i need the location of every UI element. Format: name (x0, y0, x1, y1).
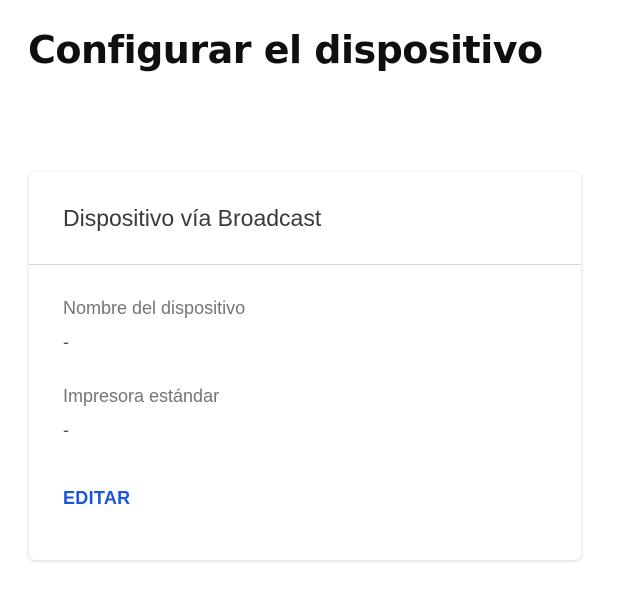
device-card: Dispositivo vía Broadcast Nombre del dis… (29, 172, 581, 560)
page-title: Configurar el dispositivo (28, 28, 543, 72)
device-name-value: - (63, 332, 69, 352)
default-printer-label: Impresora estándar (63, 386, 220, 406)
device-name-label: Nombre del dispositivo (63, 298, 246, 318)
edit-button[interactable]: EDITAR (63, 488, 130, 509)
card-header: Dispositivo vía Broadcast (29, 172, 581, 265)
default-printer-value: - (63, 420, 69, 440)
card-title: Dispositivo vía Broadcast (63, 204, 322, 231)
